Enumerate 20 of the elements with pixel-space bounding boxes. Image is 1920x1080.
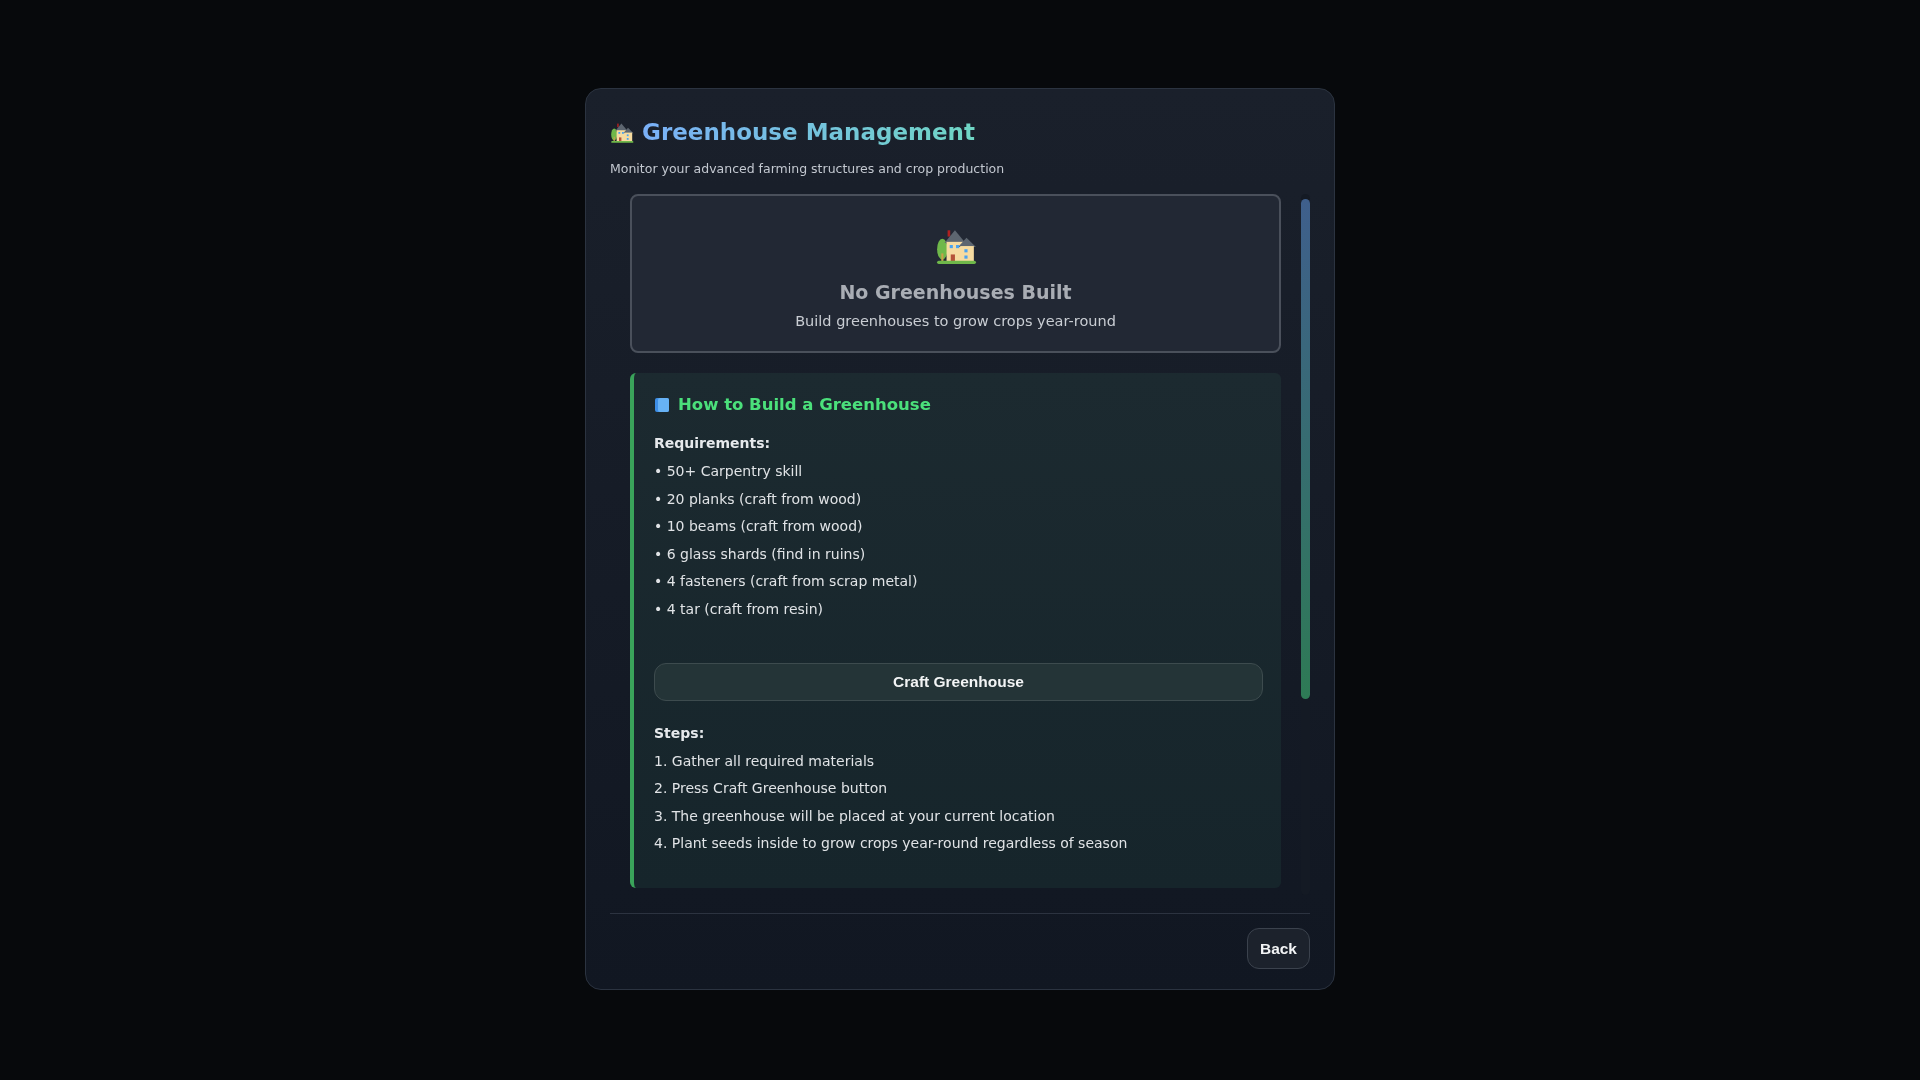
requirement-item: • 4 fasteners (craft from scrap metal) <box>654 572 919 592</box>
book-icon <box>654 396 670 413</box>
requirement-item: • 6 glass shards (find in ruins) <box>654 544 867 564</box>
scrollbar-thumb[interactable] <box>1301 199 1310 700</box>
requirement-item: • 20 planks (craft from wood) <box>654 489 863 509</box>
step-item: 1. Gather all required materials <box>654 751 876 771</box>
craft-greenhouse-button[interactable]: Craft Greenhouse <box>654 663 1263 701</box>
empty-state-title: No Greenhouses Built <box>838 280 1073 306</box>
empty-state-text: Build greenhouses to grow crops year-round <box>794 311 1117 331</box>
requirement-item: • 50+ Carpentry skill <box>654 462 804 482</box>
section-label: Requirements: <box>654 434 772 454</box>
step-item: 4. Plant seeds inside to grow crops year-round regardless of season <box>654 834 1129 853</box>
requirement-item: • 10 beams (craft from wood) <box>654 517 864 537</box>
section-label: Steps: <box>654 723 706 743</box>
modal-subtitle: Monitor your advanced farming structures and crop production <box>610 159 1006 178</box>
step-item: 2. Press Craft Greenhouse button <box>654 779 889 798</box>
guide-title: How to Build a Greenhouse <box>678 393 931 416</box>
back-button[interactable]: Back <box>1246 927 1310 969</box>
requirement-item: • 4 tar (craft from resin) <box>654 599 825 619</box>
step-item: 3. The greenhouse will be placed at your current location <box>654 806 1056 826</box>
